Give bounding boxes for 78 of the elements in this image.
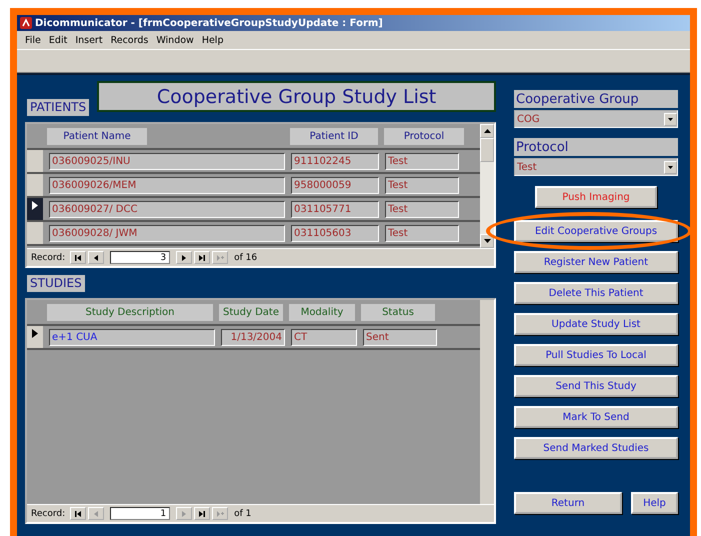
column-header: Modality [289,304,355,320]
table-cell: 036009027/ DCC [49,200,285,218]
menu-item[interactable]: File [25,34,41,46]
caret-icon [668,166,673,168]
action-button[interactable]: Mark To Send [514,406,678,428]
record-selector[interactable] [27,198,43,220]
help-button[interactable]: Help [631,492,678,514]
record-count: of 16 [234,252,258,262]
first-record-icon [74,510,83,518]
column-header: Status [361,304,435,320]
section-label: PATIENTS [27,99,90,116]
window-title: Dicommunicator - [frmCooperativeGroupStudyUpdate : Form] [35,18,383,28]
prev-record-button[interactable] [88,251,104,264]
menu-item[interactable]: Records [110,34,148,46]
menu-item[interactable]: Window [156,34,194,46]
record-label: Record: [31,252,66,262]
action-button[interactable]: Pull Studies To Local [514,344,678,366]
prev-record-icon [92,510,101,518]
current-record-icon [32,329,38,338]
app-icon [20,17,32,29]
first-record-button[interactable] [70,251,86,264]
first-record-icon [74,254,83,262]
last-record-icon [198,510,207,518]
table-cell: Test [385,200,459,218]
table-cell: 958000059 [291,176,379,194]
caret-icon [668,118,673,120]
form-title: Cooperative Group Study List [97,81,496,112]
scroll-up-icon [484,129,490,133]
table-cell: CT [291,328,357,346]
table-cell: 911102245 [291,152,379,170]
scrollbar[interactable] [480,124,494,248]
table-cell: 1/13/2004 [221,328,285,346]
dropdown[interactable]: Test [514,158,678,176]
action-button[interactable]: Register New Patient [514,251,678,273]
last-record-icon [198,254,207,262]
current-record-icon [32,201,38,210]
action-button[interactable]: Send Marked Studies [514,437,678,459]
column-header: Patient ID [290,128,378,144]
table-cell: Test [385,176,459,194]
last-record-button[interactable] [194,507,210,520]
last-record-button[interactable] [194,251,210,264]
table-cell: e+1 CUA [49,328,215,346]
first-record-button[interactable] [70,507,86,520]
table-cell: 036009026/MEM [49,176,285,194]
filter-label: Cooperative Group [514,90,678,108]
prev-record-icon [92,254,101,262]
section-label: STUDIES [27,275,85,292]
action-button[interactable]: Update Study List [514,313,678,335]
scroll-thumb[interactable] [480,138,494,162]
column-header: Study Date [219,304,283,320]
scroll-down-icon [484,239,490,243]
menu-item[interactable]: Edit [48,34,68,46]
record-number-field[interactable]: 1 [110,507,170,520]
return-button[interactable]: Return [514,492,622,514]
table-cell: 031105771 [291,200,379,218]
menu-item[interactable]: Help [202,34,224,46]
table-cell: 031105603 [291,224,379,242]
new-record-icon [216,510,225,518]
action-button[interactable]: Delete This Patient [514,282,678,304]
column-header: Protocol [384,128,464,144]
table-cell: Sent [363,328,437,346]
dropdown[interactable]: COG [514,110,678,128]
table-cell: 036009028/ JWM [49,224,285,242]
action-button[interactable]: Edit Cooperative Groups [514,220,678,242]
record-selector[interactable] [27,326,43,348]
table-cell: Test [385,224,459,242]
table-cell: Test [385,152,459,170]
filter-label: Protocol [514,138,678,156]
record-count: of 1 [234,508,252,518]
action-button[interactable]: Send This Study [514,375,678,397]
record-number-field[interactable]: 3 [110,251,170,264]
column-header: Study Description [47,304,213,320]
menu-item[interactable]: Insert [75,34,103,46]
table-cell: 036009025/INU [49,152,285,170]
record-label: Record: [31,508,66,518]
next-record-button[interactable] [176,251,192,264]
new-record-icon [216,254,225,262]
column-header: Patient Name [47,128,147,144]
